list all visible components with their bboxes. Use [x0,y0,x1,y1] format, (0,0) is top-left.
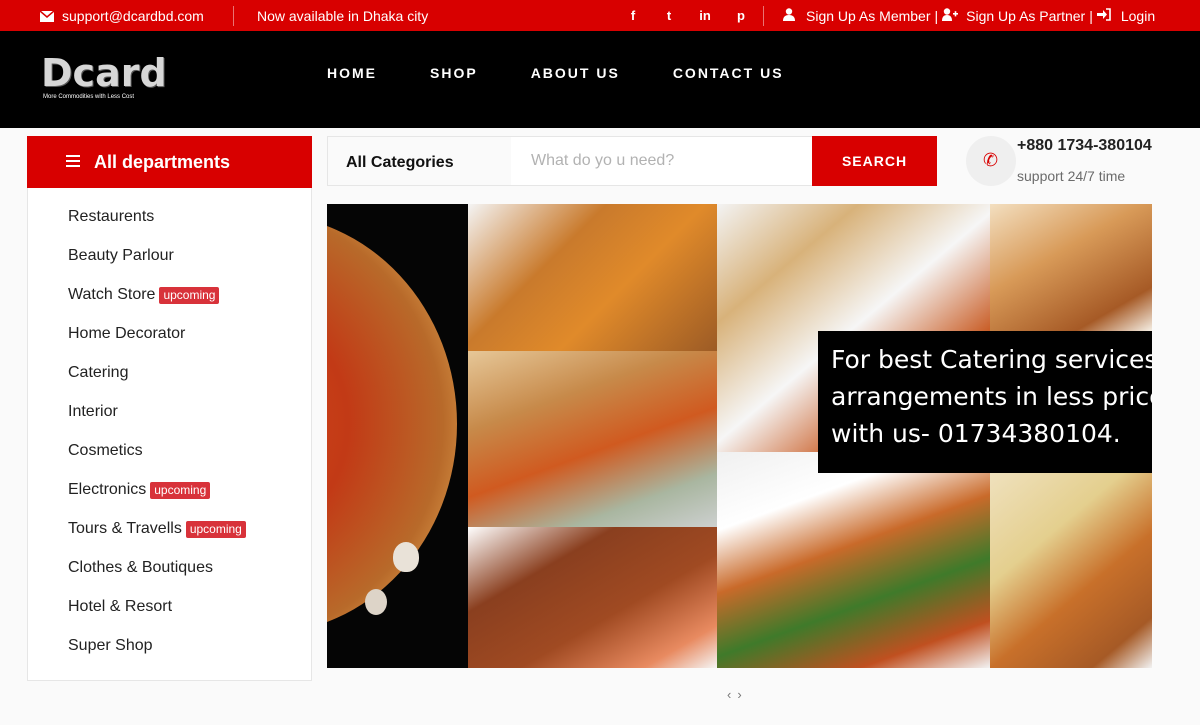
banner-caption: For best Catering services arrangements … [818,331,1152,473]
department-label: Tours & Travells [68,520,182,537]
department-item[interactable]: Super Shop [68,637,153,655]
twitter-icon[interactable]: t [662,8,676,23]
caption-line: arrangements in less price [831,382,1152,411]
user-icon [782,8,796,24]
department-label: Restaurents [68,208,155,225]
logo-tagline: More Commodities with Less Cost [43,94,135,100]
department-item[interactable]: Beauty Parlour [68,247,174,265]
support-email-text: support@dcardbd.com [62,8,204,24]
slider-next-icon[interactable]: › [737,687,747,702]
account-links: Sign Up As Member | Sign Up As Partner |… [782,8,1155,24]
department-label: Cosmetics [68,442,143,459]
department-item[interactable]: Tours & Travells upcoming [68,520,246,538]
all-departments-label: All departments [94,151,231,172]
hero-banner[interactable]: For best Catering services arrangements … [327,204,1152,668]
clay-pot-image [990,204,1152,331]
department-item[interactable]: Electronics upcoming [68,481,211,499]
user-plus-icon [942,8,959,24]
facebook-icon[interactable]: f [626,8,640,23]
tandoori-chicken-image [468,527,717,668]
divider [233,6,234,26]
login-link[interactable]: Login [1121,8,1155,24]
support-hours: support 24/7 time [1017,168,1126,184]
all-departments-toggle[interactable]: All departments [27,136,312,188]
curry-bowls-image [468,204,717,351]
naan-curry-image [468,351,717,527]
signup-partner-link[interactable]: Sign Up As Partner [966,8,1085,24]
department-label: Home Decorator [68,325,186,342]
linkedin-icon[interactable]: in [698,8,712,23]
department-item[interactable]: Restaurents [68,208,154,226]
department-label: Electronics [68,481,147,498]
availability-text: Now available in Dhaka city [257,8,429,24]
department-item[interactable]: Interior [68,403,118,421]
department-item[interactable]: Home Decorator [68,325,185,343]
curry-platter-image [717,452,990,668]
caption-line: For best Catering services [831,345,1152,374]
main-header: Dcard More Commodities with Less Cost HO… [0,31,1200,128]
upcoming-badge: upcoming [185,520,246,538]
search-button[interactable]: SEARCH [812,136,937,186]
logo-wordmark: Dcard [41,51,167,95]
slider-prev-icon[interactable]: ‹ [727,687,737,702]
upcoming-badge: upcoming [159,286,220,304]
category-select[interactable]: All Categories [346,154,454,172]
department-label: Watch Store [68,286,156,303]
departments-list: Restaurents Beauty Parlour Watch Store upco… [27,188,312,681]
top-bar: support@dcardbd.com Now available in Dha… [0,0,1200,31]
department-item[interactable]: Cosmetics [68,442,143,460]
nav-contact-us[interactable]: CONTACT US [673,65,784,81]
department-label: Super Shop [68,637,153,654]
department-label: Hotel & Resort [68,598,173,615]
biryani-image [990,466,1152,668]
pizza-image [327,204,468,668]
search-input[interactable] [511,137,812,185]
pinterest-icon[interactable]: p [734,8,748,23]
hamburger-icon [66,155,80,167]
main-nav: HOME SHOP ABOUT US CONTACT US [327,65,837,81]
upcoming-badge: upcoming [150,481,211,499]
divider [763,6,764,26]
department-item[interactable]: Watch Store upcoming [68,286,220,304]
phone-icon: ✆ [966,136,1016,186]
envelope-icon [40,10,54,22]
caption-line: with us- 01734380104. [831,419,1121,448]
social-links: f t in p [626,8,748,23]
search-bar: All Categories SEARCH [327,136,937,186]
slider-controls: ‹› [727,687,748,702]
department-label: Beauty Parlour [68,247,174,264]
department-item[interactable]: Hotel & Resort [68,598,172,616]
support-email[interactable]: support@dcardbd.com [40,8,204,24]
divider-text: | [934,8,939,24]
department-label: Catering [68,364,129,381]
nav-shop[interactable]: SHOP [430,65,478,81]
nav-home[interactable]: HOME [327,65,377,81]
logo[interactable]: Dcard More Commodities with Less Cost [41,53,167,103]
department-label: Clothes & Boutiques [68,559,213,576]
signup-member-link[interactable]: Sign Up As Member [806,8,931,24]
department-item[interactable]: Catering [68,364,128,382]
divider-text: | [1089,8,1093,24]
phone-number[interactable]: +880 1734-380104 [1017,137,1152,155]
sign-in-icon [1096,8,1111,24]
nav-about-us[interactable]: ABOUT US [531,65,620,81]
department-label: Interior [68,403,118,420]
department-item[interactable]: Clothes & Boutiques [68,559,213,577]
